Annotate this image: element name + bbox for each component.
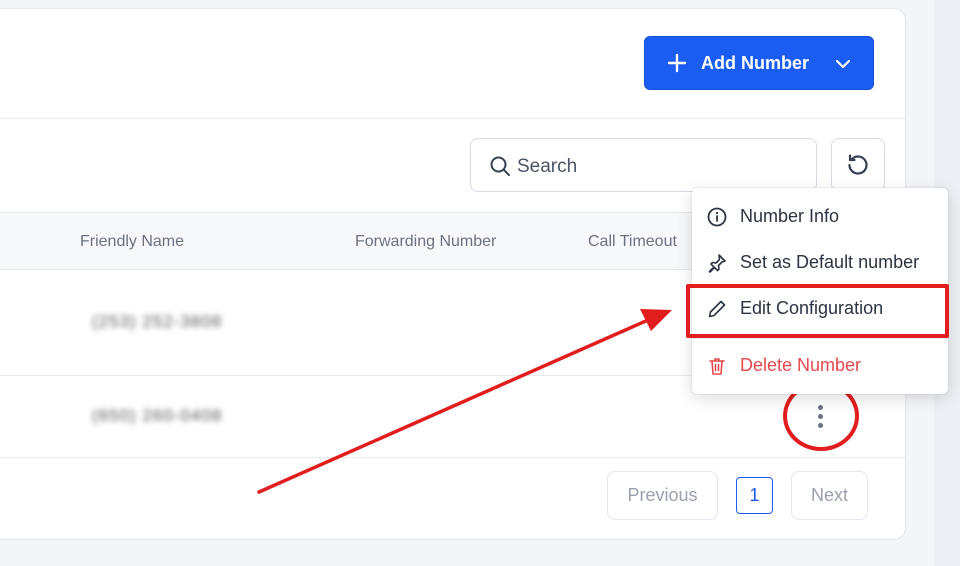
trash-icon: [709, 358, 725, 375]
add-number-label: Add Number: [701, 53, 809, 73]
chevron-down-icon[interactable]: [833, 54, 853, 74]
page-number-button[interactable]: 1: [736, 477, 773, 514]
column-header-friendly-name[interactable]: Friendly Name: [80, 233, 184, 251]
pin-icon: [708, 254, 726, 273]
header-divider: [0, 118, 906, 119]
menu-item-number-info[interactable]: Number Info: [692, 196, 948, 236]
next-page-button[interactable]: Next: [791, 471, 868, 520]
plus-icon: [667, 53, 687, 73]
table-bottom-divider: [0, 457, 906, 458]
refresh-button[interactable]: [831, 138, 885, 192]
search-placeholder: Search: [517, 156, 578, 177]
menu-divider: [692, 338, 948, 339]
info-icon: [707, 207, 727, 227]
menu-item-label: Delete Number: [740, 355, 862, 375]
menu-item-label: Number Info: [740, 206, 840, 226]
search-input[interactable]: Search: [470, 138, 817, 192]
refresh-icon: [848, 154, 868, 175]
menu-item-label: Edit Configuration: [740, 298, 884, 318]
column-header-forwarding-number[interactable]: Forwarding Number: [355, 233, 496, 251]
menu-item-set-default[interactable]: Set as Default number: [692, 242, 948, 282]
friendly-name-cell: (650) 260-0408: [92, 406, 223, 425]
search-icon: [490, 156, 510, 176]
add-number-button[interactable]: Add Number: [644, 36, 874, 90]
row-actions-kebab-icon[interactable]: [800, 394, 840, 438]
menu-item-delete-number[interactable]: Delete Number: [692, 345, 948, 385]
menu-item-edit-configuration[interactable]: Edit Configuration: [692, 288, 948, 328]
previous-page-button[interactable]: Previous: [607, 471, 718, 520]
row-actions-menu: Number Info Set as Default number Edit C…: [692, 188, 948, 394]
menu-item-label: Set as Default number: [740, 252, 920, 272]
column-header-call-timeout[interactable]: Call Timeout: [588, 233, 677, 251]
pencil-icon: [708, 300, 726, 318]
friendly-name-cell: (253) 252-3808: [92, 312, 223, 331]
